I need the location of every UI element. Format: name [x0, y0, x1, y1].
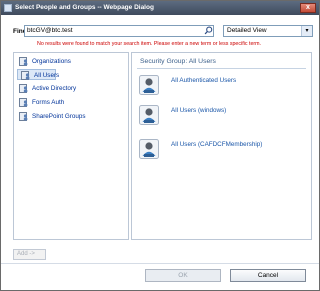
result-label: All Users (CAFDCFMembership) [171, 141, 263, 148]
search-input[interactable]: btcGV@btc.test [24, 25, 214, 37]
window-icon [4, 4, 12, 12]
sidebar-item-active-directory[interactable]: Active Directory [16, 83, 126, 94]
result-item[interactable]: All Authenticated Users [139, 75, 309, 97]
error-message: No results were found to match your sear… [37, 41, 262, 47]
directory-icon [19, 112, 28, 121]
sidebar-item-sharepoint-groups[interactable]: SharePoint Groups [16, 111, 126, 122]
sidebar-item-organizations[interactable]: Organizations [16, 56, 126, 67]
result-label: All Authenticated Users [171, 77, 237, 84]
dialog-window: Select People and Groups -- Webpage Dial… [0, 0, 320, 291]
footer-divider [1, 263, 319, 264]
ok-button[interactable]: OK [145, 269, 221, 282]
view-select[interactable]: Detailed View ▾ [223, 25, 313, 37]
results-header: Security Group: All Users [140, 58, 216, 65]
add-button[interactable]: Add -> [13, 249, 46, 260]
sidebar-item-forms-auth[interactable]: Forms Auth [16, 97, 126, 108]
sidebar-item-all-users[interactable]: All Users [17, 69, 60, 80]
result-item[interactable]: All Users (CAFDCFMembership) [139, 139, 309, 161]
sidebar-item-label: Organizations [32, 58, 71, 65]
sidebar-item-label: SharePoint Groups [32, 113, 86, 120]
user-group-icon [139, 105, 159, 125]
sidebar-item-label: Forms Auth [32, 99, 65, 106]
user-group-icon [139, 75, 159, 95]
directory-icon [19, 98, 28, 107]
directory-icon [21, 71, 30, 80]
directory-icon [19, 84, 28, 93]
sidebar-item-label: All Users [34, 72, 60, 79]
title-bar[interactable]: Select People and Groups -- Webpage Dial… [1, 1, 319, 15]
directory-icon [19, 57, 28, 66]
window-title: Select People and Groups -- Webpage Dial… [15, 4, 154, 11]
results-divider [137, 68, 306, 69]
user-group-icon [139, 139, 159, 159]
chevron-down-icon[interactable]: ▾ [301, 26, 312, 36]
result-label: All Users (windows) [171, 107, 227, 114]
view-select-value: Detailed View [227, 27, 267, 34]
cancel-button[interactable]: Cancel [230, 269, 306, 282]
search-icon[interactable] [204, 26, 213, 35]
results-pane: Security Group: All Users All Authentica… [131, 52, 312, 240]
directory-pane: Organizations All Users Active Directory [13, 52, 129, 240]
result-item[interactable]: All Users (windows) [139, 105, 309, 127]
sidebar-item-label: Active Directory [32, 85, 77, 92]
close-button[interactable]: x [300, 3, 316, 13]
